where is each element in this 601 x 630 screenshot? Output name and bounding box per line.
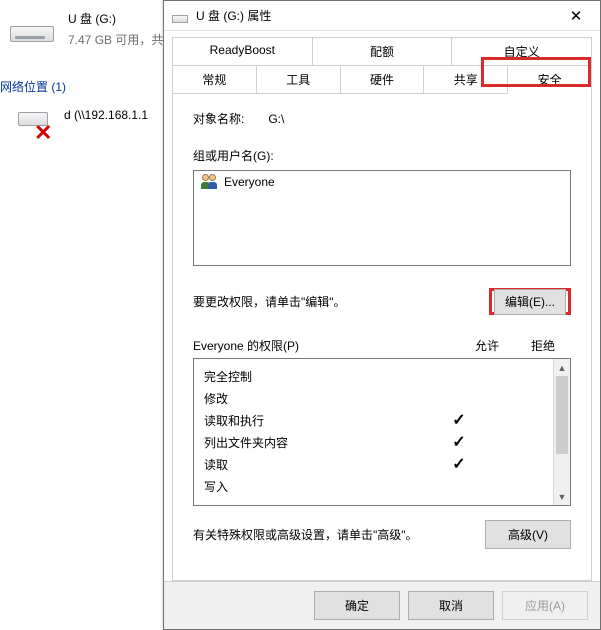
permissions-listbox: 完全控制修改读取和执行✓列出文件夹内容✓读取✓写入 ▲ ▼ — [193, 358, 571, 506]
dialog-title: U 盘 (G:) 属性 — [196, 7, 554, 24]
permission-label: 修改 — [204, 390, 431, 407]
permission-row[interactable]: 修改 — [204, 387, 543, 409]
tabs: ReadyBoost 配额 自定义 常规 工具 硬件 共享 安全 — [164, 31, 600, 94]
tab-quota[interactable]: 配额 — [312, 37, 453, 65]
tab-hardware[interactable]: 硬件 — [340, 65, 425, 94]
permission-row[interactable]: 读取✓ — [204, 453, 543, 475]
ok-button[interactable]: 确定 — [314, 591, 400, 620]
close-button[interactable]: ✕ — [554, 2, 598, 30]
usb-drive-icon — [172, 9, 190, 23]
object-name-value: G:\ — [268, 112, 284, 126]
permission-allow-mark: ✓ — [431, 410, 487, 430]
network-location-item[interactable]: ✕ d (\\192.168.1.1 — [18, 108, 148, 140]
advanced-hint-text: 有关特殊权限或高级设置，请单击"高级"。 — [193, 526, 418, 543]
permission-row[interactable]: 读取和执行✓ — [204, 409, 543, 431]
network-section-header[interactable]: 网络位置 (1) — [0, 78, 66, 95]
network-location-label: d (\\192.168.1.1 — [64, 108, 148, 122]
edit-button[interactable]: 编辑(E)... — [494, 289, 566, 315]
scrollbar[interactable]: ▲ ▼ — [553, 359, 570, 505]
tab-general[interactable]: 常规 — [172, 65, 257, 94]
tab-tools[interactable]: 工具 — [256, 65, 341, 94]
drive-subtext: 7.47 GB 可用，共 — [68, 31, 163, 48]
tab-customize[interactable]: 自定义 — [451, 37, 592, 65]
permission-row[interactable]: 写入 — [204, 475, 543, 497]
drive-title: U 盘 (G:) — [68, 10, 163, 27]
tab-sharing[interactable]: 共享 — [423, 65, 508, 94]
user-name: Everyone — [224, 175, 275, 189]
permission-label: 读取和执行 — [204, 412, 431, 429]
users-listbox[interactable]: Everyone — [193, 170, 571, 266]
groups-users-label: 组或用户名(G): — [193, 147, 571, 164]
permissions-header-deny: 拒绝 — [515, 337, 571, 354]
dialog-footer: 确定 取消 应用(A) — [164, 581, 600, 629]
advanced-button[interactable]: 高级(V) — [485, 520, 571, 549]
permission-label: 写入 — [204, 478, 431, 495]
permission-label: 完全控制 — [204, 368, 431, 385]
user-row-everyone[interactable]: Everyone — [194, 171, 570, 193]
annotation-highlight-edit: 编辑(E)... — [489, 288, 571, 315]
apply-button[interactable]: 应用(A) — [502, 591, 588, 620]
object-name-label: 对象名称: — [193, 110, 244, 127]
scroll-down-icon[interactable]: ▼ — [554, 488, 570, 505]
permission-label: 列出文件夹内容 — [204, 434, 431, 451]
edit-hint-text: 要更改权限，请单击"编辑"。 — [193, 293, 346, 310]
scroll-thumb[interactable] — [556, 376, 568, 454]
cancel-button[interactable]: 取消 — [408, 591, 494, 620]
permission-allow-mark: ✓ — [431, 432, 487, 452]
permission-row[interactable]: 列出文件夹内容✓ — [204, 431, 543, 453]
permission-label: 读取 — [204, 456, 431, 473]
network-drive-disconnected-icon: ✕ — [18, 108, 54, 140]
tab-security[interactable]: 安全 — [507, 65, 592, 94]
permission-row[interactable]: 完全控制 — [204, 365, 543, 387]
group-icon — [200, 174, 220, 190]
usb-drive-icon — [10, 10, 58, 42]
scroll-up-icon[interactable]: ▲ — [554, 359, 570, 376]
titlebar[interactable]: U 盘 (G:) 属性 ✕ — [164, 1, 600, 31]
properties-dialog: U 盘 (G:) 属性 ✕ ReadyBoost 配额 自定义 常规 工具 硬件… — [163, 0, 601, 630]
drive-item[interactable]: U 盘 (G:) 7.47 GB 可用，共 — [10, 10, 163, 48]
permissions-header-allow: 允许 — [459, 337, 515, 354]
permission-allow-mark: ✓ — [431, 454, 487, 474]
tab-readyboost[interactable]: ReadyBoost — [172, 37, 313, 65]
permissions-header-name: Everyone 的权限(P) — [193, 337, 459, 354]
